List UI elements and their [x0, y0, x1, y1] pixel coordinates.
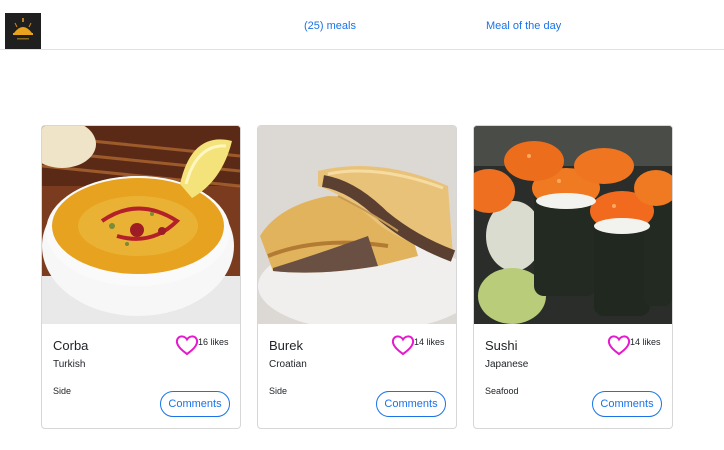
- like-button[interactable]: [391, 334, 415, 356]
- likes-count: 16 likes: [198, 337, 229, 347]
- heart-icon: [607, 335, 631, 356]
- heart-icon: [175, 335, 199, 356]
- meal-category: Side: [269, 386, 288, 396]
- meal-of-the-day-link[interactable]: Meal of the day: [486, 20, 561, 32]
- meal-title: Sushi: [485, 338, 518, 353]
- logo[interactable]: [5, 13, 41, 49]
- meal-category: Side: [53, 386, 72, 396]
- meal-card-burek: Burek 14 likes Croatian Side Comments: [257, 125, 457, 429]
- meal-title: Corba: [53, 338, 89, 353]
- comments-button[interactable]: Comments: [160, 391, 230, 417]
- meal-title: Burek: [269, 338, 303, 353]
- heart-icon: [391, 335, 415, 356]
- like-button[interactable]: [175, 334, 199, 356]
- likes-count: 14 likes: [414, 337, 445, 347]
- likes-count: 14 likes: [630, 337, 661, 347]
- meal-area: Japanese: [485, 359, 529, 370]
- corba-soup-photo: [42, 126, 240, 324]
- meal-card-corba: Corba 16 likes Turkish Side Comments: [41, 125, 241, 429]
- food-logo-icon: [5, 13, 41, 49]
- burek-pastry-photo: [258, 126, 456, 324]
- meal-area: Croatian: [269, 359, 307, 370]
- comments-button[interactable]: Comments: [592, 391, 662, 417]
- navbar: (25) meals Meal of the day: [0, 0, 724, 50]
- like-button[interactable]: [607, 334, 631, 356]
- comments-button[interactable]: Comments: [376, 391, 446, 417]
- sushi-rolls-photo: [474, 126, 672, 324]
- meal-category: Seafood: [485, 386, 519, 396]
- meal-card-sushi: Sushi 14 likes Japanese Seafood Comments: [473, 125, 673, 429]
- meal-area: Turkish: [53, 359, 86, 370]
- meals-count-link[interactable]: (25) meals: [304, 20, 356, 32]
